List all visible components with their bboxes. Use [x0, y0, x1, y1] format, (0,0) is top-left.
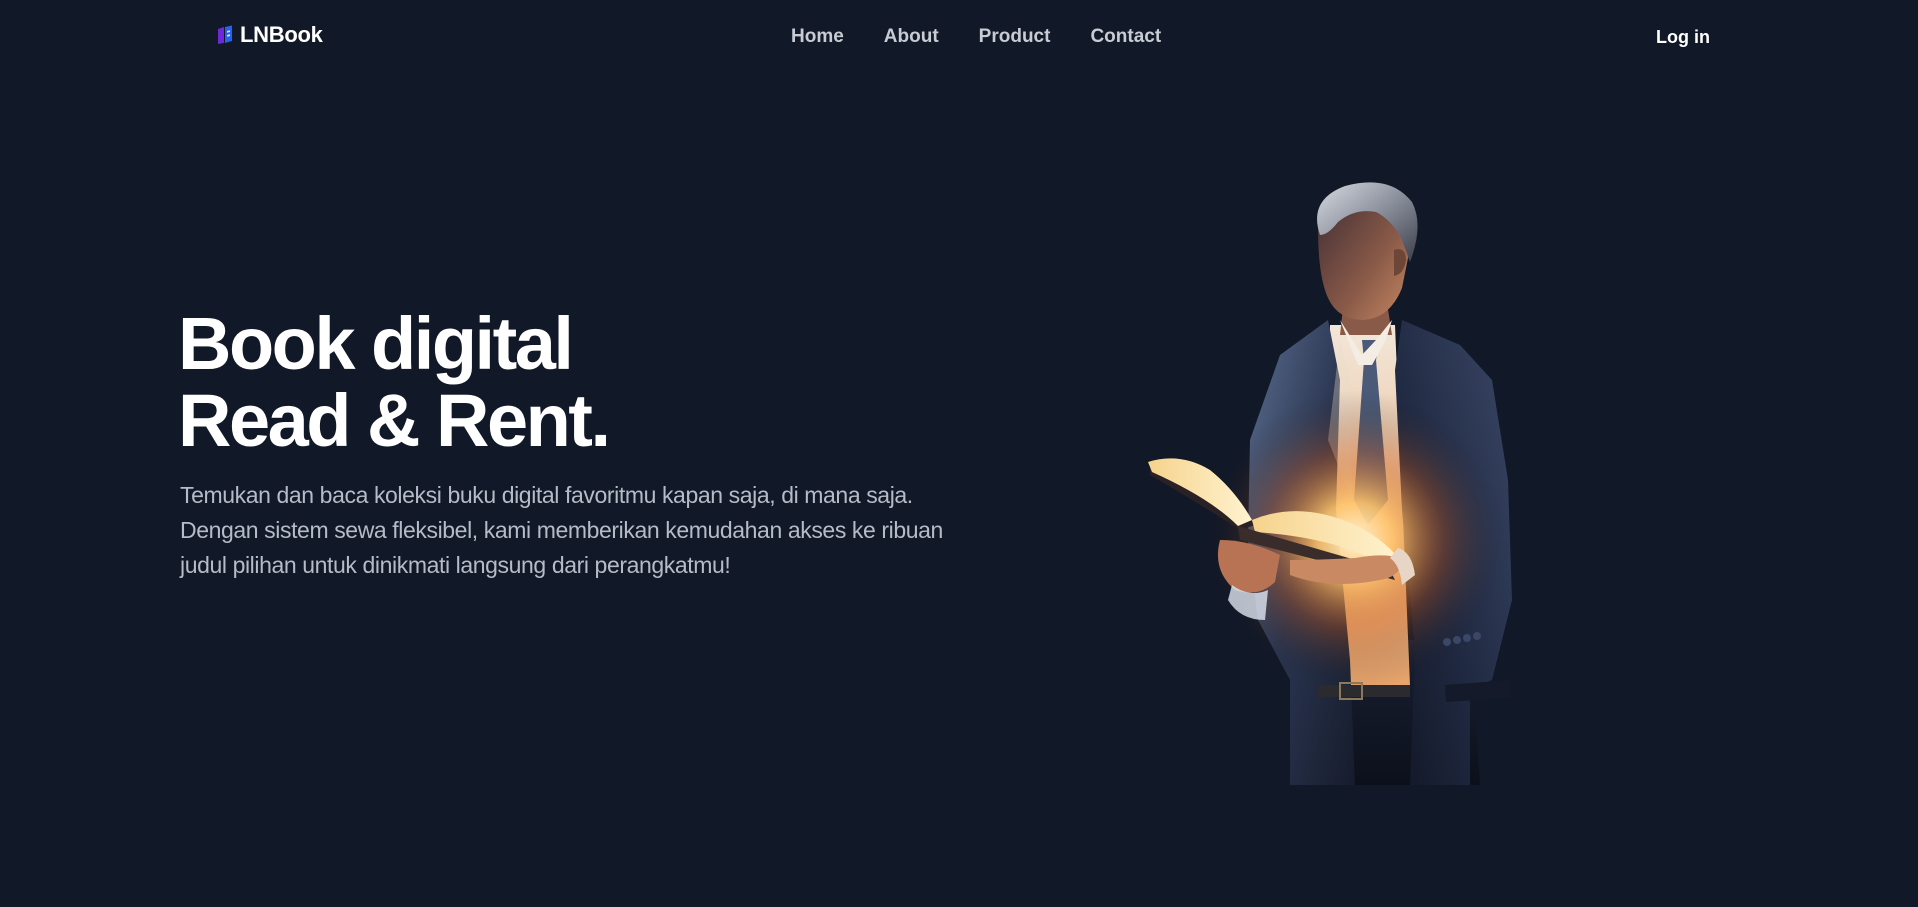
nav-product[interactable]: Product	[979, 26, 1051, 48]
hero-title-line-1: Book digital	[178, 302, 574, 385]
hero-description: Temukan dan baca koleksi buku digital fa…	[180, 478, 1000, 583]
main-nav: Home About Product Contact	[791, 26, 1161, 48]
book-logo-icon	[218, 25, 232, 44]
nav-about[interactable]: About	[884, 26, 939, 48]
nav-contact[interactable]: Contact	[1090, 26, 1161, 48]
brand-name: LNBook	[240, 22, 323, 47]
site-header: LNBook Home About Product Contact Log in	[0, 0, 1918, 74]
login-link[interactable]: Log in	[1656, 27, 1710, 48]
hero-description-line: Temukan dan baca koleksi buku digital fa…	[180, 482, 913, 508]
hero-description-line: Dengan sistem sewa fleksibel, kami membe…	[180, 517, 943, 543]
man-reading-book-illustration	[1148, 182, 1512, 785]
brand-link[interactable]: LNBook	[216, 22, 323, 48]
landing-page: LNBook Home About Product Contact Log in…	[0, 0, 1918, 907]
hero-description-line: judul pilihan untuk dinikmati langsung d…	[180, 552, 731, 578]
hero-title: Book digital Read & Rent.	[178, 302, 611, 462]
hero-title-line-2: Read & Rent.	[178, 379, 611, 462]
nav-home[interactable]: Home	[791, 26, 844, 48]
